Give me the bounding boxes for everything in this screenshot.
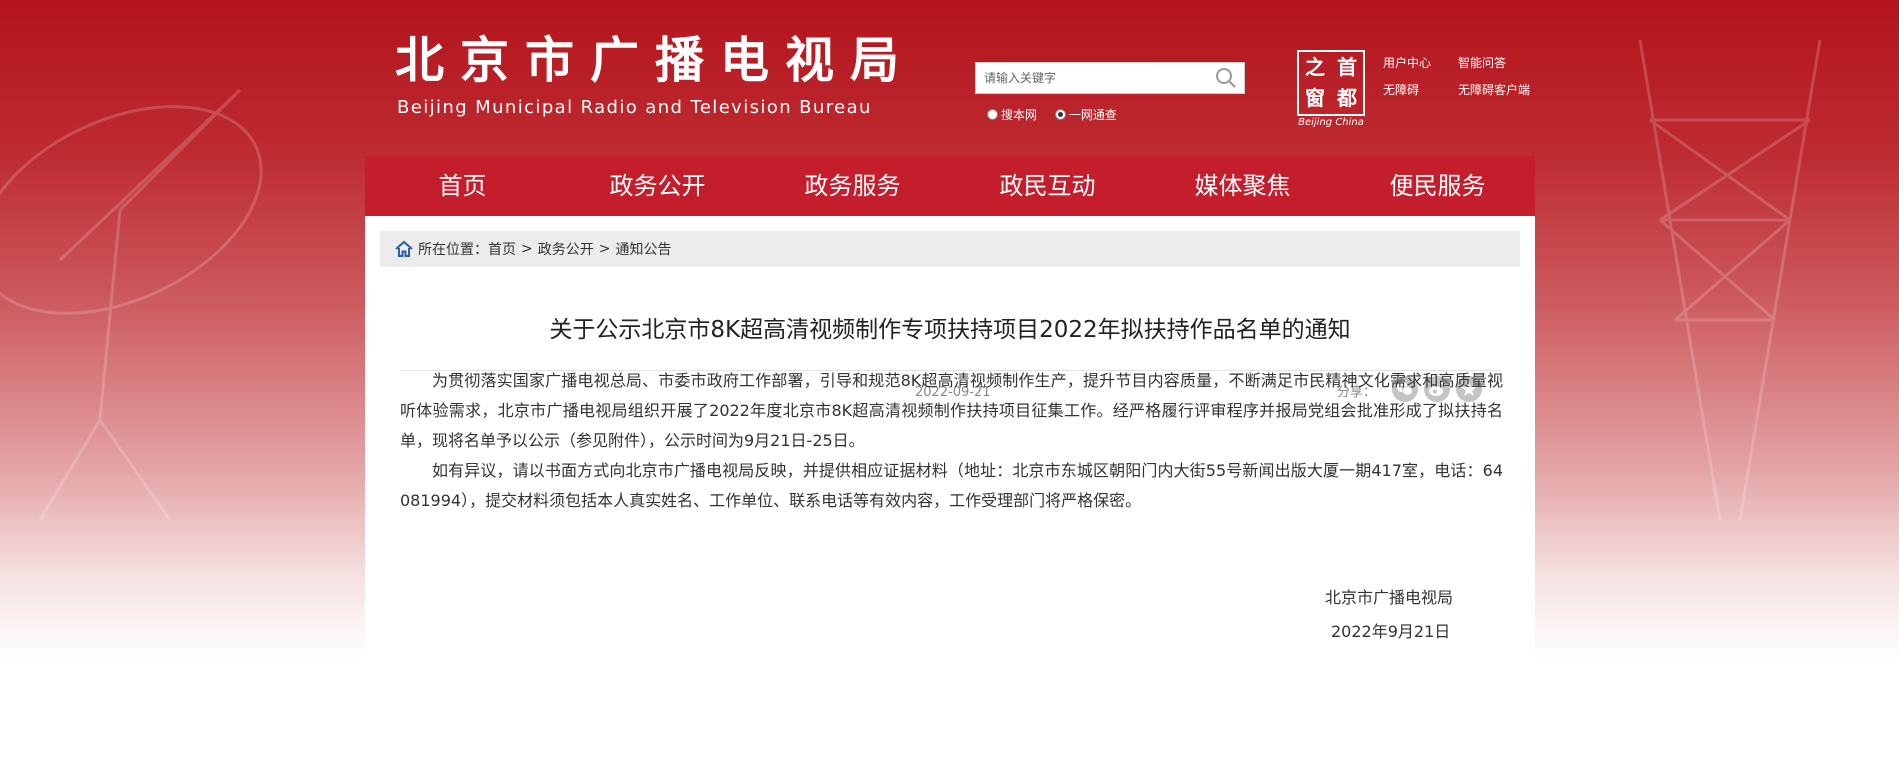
radio-dot: [987, 109, 998, 120]
breadcrumb-notices[interactable]: 通知公告: [615, 239, 671, 259]
link-accessibility-client[interactable]: 无障碍客户端: [1458, 81, 1530, 98]
breadcrumb-home[interactable]: 首页: [488, 239, 516, 259]
site-title[interactable]: 北京市广播电视局: [395, 36, 915, 85]
breadcrumb-label: 所在位置：: [418, 242, 488, 258]
link-smart-qa[interactable]: 智能问答: [1458, 54, 1506, 71]
signature: 北京市广播电视局: [1325, 588, 1454, 607]
nav-government-affairs[interactable]: 政务公开: [560, 156, 755, 216]
main-nav: 首页 政务公开 政务服务 政民互动 媒体聚焦 便民服务: [365, 156, 1535, 216]
radio-label: 一网通查: [1068, 108, 1117, 122]
article-paragraph: 如有异议，请以书面方式向北京市广播电视局反映，并提供相应证据材料（地址：北京市东…: [400, 461, 1503, 510]
article-content: 所在位置： 首页 > 政务公开 > 通知公告 关于公示北京市8K超高清视频制作专…: [365, 216, 1535, 776]
nav-public-services[interactable]: 便民服务: [1340, 156, 1535, 216]
capital-window-seal[interactable]: 之 首 窗 都: [1297, 50, 1365, 116]
site-header: 北京市广播电视局 Beijing Municipal Radio and Tel…: [365, 0, 1535, 156]
seal-char: 都: [1337, 86, 1357, 110]
link-accessibility[interactable]: 无障碍: [1383, 81, 1419, 98]
search-scope: 搜本网 一网通查: [987, 106, 1131, 123]
search-input[interactable]: [976, 63, 1212, 93]
radio-search-site[interactable]: 搜本网: [987, 106, 1037, 123]
home-icon: [395, 240, 413, 257]
radio-dot-selected: [1054, 109, 1066, 120]
search-box: [975, 62, 1245, 94]
radio-label: 搜本网: [1001, 108, 1038, 122]
radio-search-all[interactable]: 一网通查: [1054, 106, 1117, 123]
seal-char: 之: [1305, 55, 1325, 79]
nav-media[interactable]: 媒体聚焦: [1145, 156, 1340, 216]
seal-caption: Beijing China: [1298, 117, 1364, 128]
signature-date: 2022年9月21日: [1331, 622, 1451, 641]
seal-char: 首: [1337, 55, 1357, 79]
article-paragraph: 为贯彻落实国家广播电视总局、市委市政府工作部署，引导和规范8K超高清视频制作生产…: [400, 371, 1503, 450]
nav-home[interactable]: 首页: [365, 156, 560, 216]
site-subtitle: Beijing Municipal Radio and Television B…: [397, 97, 872, 118]
link-user-center[interactable]: 用户中心: [1383, 54, 1431, 71]
search-button[interactable]: [1214, 67, 1238, 89]
search-icon: [1216, 68, 1236, 88]
nav-interaction[interactable]: 政民互动: [950, 156, 1145, 216]
seal-char: 窗: [1305, 86, 1325, 110]
breadcrumb-government-affairs[interactable]: 政务公开: [538, 239, 594, 259]
breadcrumb: 所在位置： 首页 > 政务公开 > 通知公告: [380, 231, 1520, 267]
article-title: 关于公示北京市8K超高清视频制作专项扶持项目2022年拟扶持作品名单的通知: [549, 317, 1351, 343]
breadcrumb-separator: >: [598, 241, 611, 257]
breadcrumb-separator: >: [521, 241, 533, 257]
nav-government-services[interactable]: 政务服务: [755, 156, 950, 216]
